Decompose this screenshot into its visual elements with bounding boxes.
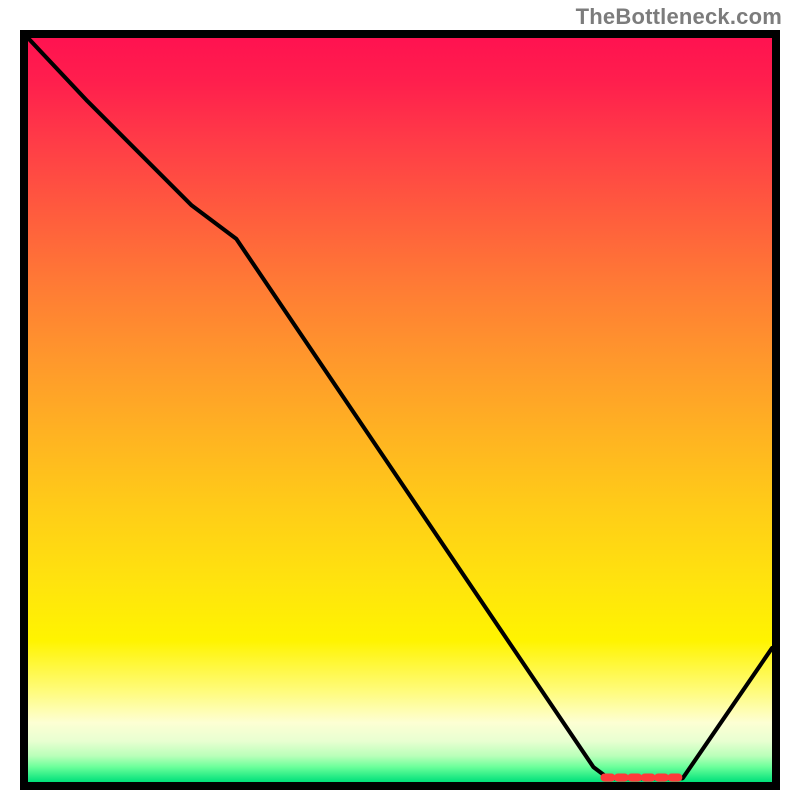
- bottleneck-curve: [28, 38, 772, 778]
- curve-layer: [28, 38, 772, 782]
- chart-container: TheBottleneck.com: [0, 0, 800, 800]
- plot-area: [20, 30, 780, 790]
- attribution-label: TheBottleneck.com: [576, 4, 782, 30]
